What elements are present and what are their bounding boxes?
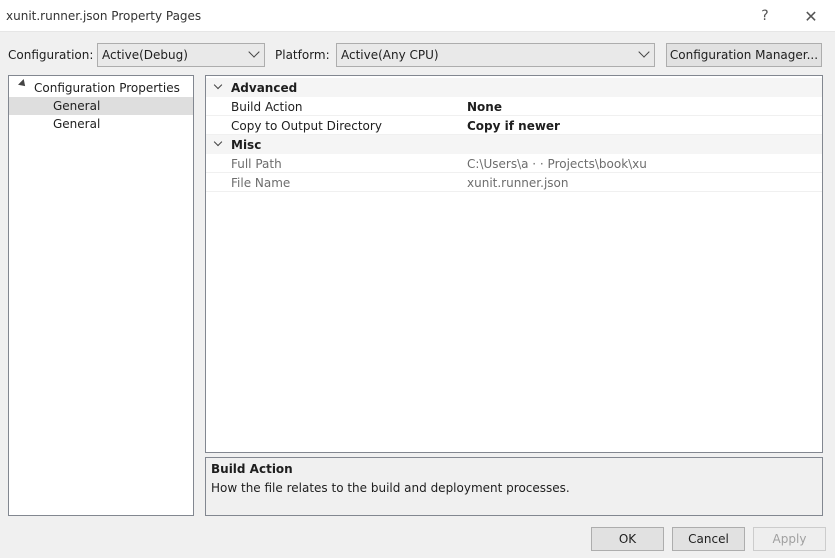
apply-button[interactable]: Apply bbox=[753, 527, 826, 551]
close-icon: ✕ bbox=[804, 6, 818, 26]
property-value: xunit.runner.json bbox=[467, 176, 569, 190]
configuration-toolbar: Configuration: Active(Debug) Platform: A… bbox=[0, 40, 835, 70]
window-title: xunit.runner.json Property Pages bbox=[6, 9, 202, 23]
configuration-manager-button[interactable]: Configuration Manager... bbox=[666, 43, 822, 67]
collapse-chevron-icon[interactable] bbox=[213, 80, 223, 90]
tree-item-label: General bbox=[53, 117, 101, 131]
expand-triangle-icon[interactable] bbox=[18, 79, 28, 89]
category-label: Advanced bbox=[231, 81, 298, 95]
cancel-button[interactable]: Cancel bbox=[672, 527, 745, 551]
tree-item-configuration-properties[interactable]: Configuration Properties bbox=[9, 79, 193, 97]
property-name: Full Path bbox=[231, 157, 282, 171]
category-misc[interactable]: Misc bbox=[206, 135, 822, 154]
property-value[interactable]: Copy if newer bbox=[467, 119, 560, 133]
property-name: Build Action bbox=[231, 100, 303, 114]
property-value[interactable]: None bbox=[467, 100, 502, 114]
chevron-down-icon bbox=[248, 46, 260, 58]
property-row-file-name[interactable]: File Name xunit.runner.json bbox=[206, 173, 822, 192]
collapse-chevron-icon[interactable] bbox=[213, 137, 223, 147]
ok-button[interactable]: OK bbox=[591, 527, 664, 551]
property-row-full-path[interactable]: Full Path C:\Users\a · · Projects\book\x… bbox=[206, 154, 822, 173]
property-value: C:\Users\a · · Projects\book\xu bbox=[467, 157, 647, 171]
platform-label: Platform: bbox=[275, 48, 330, 62]
platform-value: Active(Any CPU) bbox=[341, 48, 439, 62]
property-tree: Configuration Properties General General bbox=[8, 75, 194, 516]
tree-item-general-selected[interactable]: General bbox=[9, 97, 193, 115]
chevron-down-icon bbox=[638, 46, 650, 58]
help-icon: ? bbox=[761, 8, 769, 24]
configuration-label: Configuration: bbox=[8, 48, 94, 62]
property-row-copy-to-output[interactable]: Copy to Output Directory Copy if newer bbox=[206, 116, 822, 135]
description-title: Build Action bbox=[211, 462, 293, 476]
close-button[interactable]: ✕ bbox=[788, 0, 834, 32]
category-label: Misc bbox=[231, 138, 262, 152]
tree-item-general[interactable]: General bbox=[9, 115, 193, 133]
configuration-value: Active(Debug) bbox=[102, 48, 188, 62]
platform-dropdown[interactable]: Active(Any CPU) bbox=[336, 43, 655, 67]
description-panel: Build Action How the file relates to the… bbox=[205, 457, 823, 516]
property-grid: Advanced Build Action None Copy to Outpu… bbox=[205, 75, 823, 453]
description-text: How the file relates to the build and de… bbox=[211, 481, 570, 495]
property-name: Copy to Output Directory bbox=[231, 119, 382, 133]
configuration-dropdown[interactable]: Active(Debug) bbox=[97, 43, 265, 67]
property-name: File Name bbox=[231, 176, 291, 190]
category-advanced[interactable]: Advanced bbox=[206, 78, 822, 97]
property-row-build-action[interactable]: Build Action None bbox=[206, 97, 822, 116]
tree-item-label: Configuration Properties bbox=[34, 81, 180, 95]
title-bar: xunit.runner.json Property Pages ? ✕ bbox=[0, 0, 835, 32]
tree-item-label: General bbox=[53, 99, 101, 113]
help-button[interactable]: ? bbox=[742, 0, 788, 32]
